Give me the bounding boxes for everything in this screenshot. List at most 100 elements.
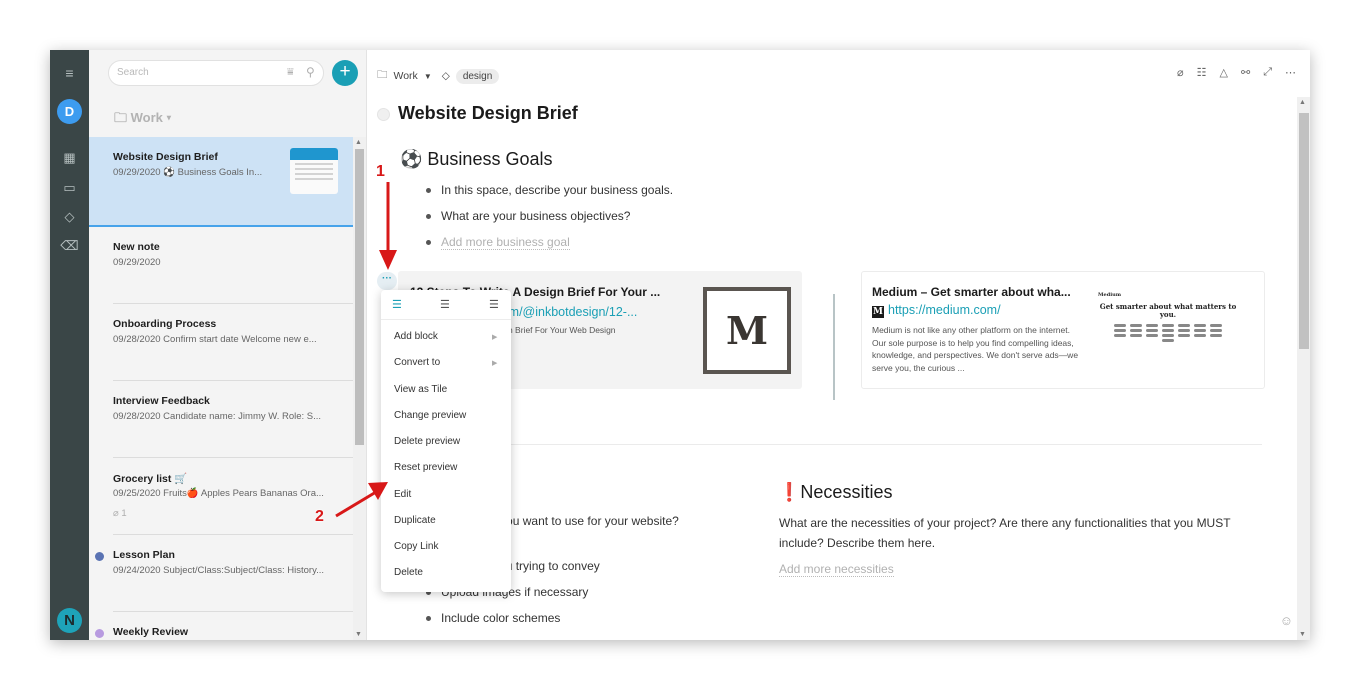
- bullet-item[interactable]: What are your business objectives?: [425, 209, 630, 223]
- expand-icon[interactable]: ⤢: [1263, 66, 1272, 79]
- more-icon[interactable]: ⋯: [1285, 66, 1296, 79]
- note-subtitle: 09/24/2020 Subject/Class:Subject/Class: …: [113, 565, 325, 576]
- link-description: Medium is not like any other platform on…: [872, 325, 1079, 373]
- note-list-item[interactable]: Website Design Brief 09/29/2020 ⚽ Busine…: [89, 137, 353, 227]
- section-heading-text[interactable]: Necessities: [800, 482, 892, 502]
- note-list-item[interactable]: Onboarding Process 09/28/2020 Confirm st…: [89, 304, 353, 381]
- tag-icon: ◇: [441, 70, 450, 82]
- tag-chip[interactable]: design: [455, 68, 500, 84]
- share-icon[interactable]: ⚯: [1241, 66, 1250, 79]
- note-title: Onboarding Process: [113, 318, 217, 330]
- note-list-item[interactable]: New note 09/29/2020: [89, 227, 353, 304]
- link-title[interactable]: Medium – Get smarter about wha...: [872, 285, 1071, 299]
- folder-icon[interactable]: ▭: [50, 180, 89, 195]
- menu-item-change-preview[interactable]: Change preview: [394, 410, 466, 421]
- add-more-necessities[interactable]: Add more necessities: [779, 559, 894, 579]
- note-title: Interview Feedback: [113, 395, 210, 407]
- annotation-step-2: 2: [315, 508, 324, 525]
- scrollbar-thumb[interactable]: [1299, 113, 1309, 349]
- hamburger-icon[interactable]: ≡: [50, 65, 89, 81]
- annotation-arrow-down: [379, 182, 397, 270]
- note-title: Website Design Brief: [113, 151, 218, 163]
- add-placeholder[interactable]: Add more business goal: [441, 235, 570, 250]
- preview-heading: Get smarter about what matters to you.: [1099, 302, 1237, 319]
- trash-icon[interactable]: ⌫: [50, 238, 89, 253]
- submenu-arrow-icon: ▶: [492, 360, 498, 367]
- page-title[interactable]: Website Design Brief: [398, 103, 578, 124]
- note-list: Website Design Brief 09/29/2020 ⚽ Busine…: [89, 137, 367, 640]
- search-input[interactable]: Search ⩸ ⚲: [108, 60, 324, 86]
- attachment-count-value: 1: [121, 508, 127, 519]
- complete-checkbox[interactable]: [377, 108, 390, 121]
- add-note-button[interactable]: +: [332, 60, 358, 86]
- left-rail: ≡ D ▦ ▭ ◇ ⌫ N: [50, 50, 89, 640]
- checklist-icon[interactable]: ☷: [1197, 66, 1207, 79]
- app-logo: N: [57, 608, 82, 633]
- note-subtitle: 09/25/2020 Fruits🍎 Apples Pears Bananas …: [113, 488, 324, 499]
- bell-icon[interactable]: △: [1220, 66, 1228, 79]
- scrollbar-thumb[interactable]: [355, 149, 364, 445]
- menu-item-copy-link[interactable]: Copy Link: [394, 541, 438, 552]
- align-right-icon[interactable]: ☰: [489, 298, 499, 311]
- note-subtitle: 09/28/2020 Confirm start date Welcome ne…: [113, 334, 317, 345]
- note-subtitle: 09/29/2020: [113, 257, 161, 268]
- color-dot: [95, 629, 104, 638]
- column-divider: [833, 294, 835, 400]
- scroll-down-arrow[interactable]: ▼: [1299, 631, 1306, 638]
- dashboard-icon[interactable]: ▦: [50, 150, 89, 165]
- note-list-panel: Search ⩸ ⚲ + 🗀 Work ▾ Website Design Bri…: [89, 50, 367, 640]
- section-heading[interactable]: ⚽ Business Goals: [400, 149, 552, 170]
- medium-favicon: M: [872, 306, 884, 318]
- section-heading[interactable]: ❗Necessities: [778, 482, 892, 503]
- chevron-down-icon[interactable]: ▼: [424, 72, 432, 81]
- section-divider: [382, 444, 1262, 445]
- note-list-item[interactable]: Weekly Review: [89, 612, 353, 640]
- menu-item-view-as-tile[interactable]: View as Tile: [394, 384, 447, 395]
- menu-item-convert-to[interactable]: Convert to: [394, 357, 440, 368]
- color-dot: [95, 552, 104, 561]
- app-window: ≡ D ▦ ▭ ◇ ⌫ N Search ⩸ ⚲ + 🗀 Work ▾ Webs…: [50, 50, 1310, 640]
- tag-icon[interactable]: ◇: [50, 209, 89, 224]
- attachment-count: ⌀ 1: [113, 508, 127, 519]
- menu-item-add-block[interactable]: Add block: [394, 331, 438, 342]
- block-more-button[interactable]: ···: [377, 272, 397, 290]
- emoji-icon[interactable]: ☺: [1280, 613, 1293, 628]
- link-url[interactable]: https://medium.com/: [888, 303, 1001, 317]
- medium-logo-image: M: [703, 287, 791, 374]
- folder-title[interactable]: 🗀 Work ▾: [114, 109, 171, 131]
- editor-scrollbar[interactable]: ▲ ▼: [1297, 97, 1310, 640]
- align-left-icon[interactable]: ☰: [392, 298, 402, 311]
- add-more-goal[interactable]: Add more business goal: [426, 235, 570, 250]
- link-preview-card[interactable]: Medium – Get smarter about wha... Mhttps…: [861, 271, 1265, 389]
- bullet-item[interactable]: In this space, describe your business go…: [425, 183, 673, 197]
- menu-item-delete-preview[interactable]: Delete preview: [394, 436, 460, 447]
- exclamation-icon: ❗: [778, 482, 801, 502]
- menu-item-delete[interactable]: Delete: [394, 567, 423, 578]
- note-list-item[interactable]: Grocery list 🛒 09/25/2020 Fruits🍎 Apples…: [89, 458, 353, 535]
- section-paragraph[interactable]: What are the necessities of your project…: [779, 513, 1249, 553]
- filter-icon[interactable]: ⩸: [287, 66, 294, 79]
- search-placeholder: Search: [117, 67, 149, 78]
- annotation-arrow-right: [335, 482, 388, 518]
- scroll-up-arrow[interactable]: ▲: [355, 139, 362, 146]
- link-url-row[interactable]: Mhttps://medium.com/: [872, 303, 1001, 318]
- add-placeholder[interactable]: Add more necessities: [779, 562, 894, 577]
- bullet-item[interactable]: Include color schemes: [425, 611, 560, 625]
- folder-icon: 🗀: [377, 69, 388, 81]
- note-title: New note: [113, 241, 160, 253]
- avatar[interactable]: D: [57, 99, 82, 124]
- attachment-icon[interactable]: ⌀: [1177, 66, 1184, 79]
- note-title: Weekly Review: [113, 626, 189, 638]
- search-icon[interactable]: ⚲: [306, 65, 315, 79]
- scroll-down-arrow[interactable]: ▼: [355, 631, 362, 638]
- breadcrumb: 🗀 Work ▼ ◇ design: [377, 67, 500, 85]
- breadcrumb-folder[interactable]: Work: [394, 70, 418, 82]
- note-list-item[interactable]: Interview Feedback 09/28/2020 Candidate …: [89, 381, 353, 458]
- align-center-icon[interactable]: ☰: [440, 298, 450, 311]
- scroll-up-arrow[interactable]: ▲: [1299, 99, 1306, 106]
- menu-item-edit[interactable]: Edit: [394, 489, 411, 500]
- menu-item-reset-preview[interactable]: Reset preview: [394, 462, 457, 473]
- note-list-scrollbar[interactable]: ▲ ▼: [353, 137, 366, 640]
- menu-item-duplicate[interactable]: Duplicate: [394, 515, 436, 526]
- note-list-item[interactable]: Lesson Plan 09/24/2020 Subject/Class:Sub…: [89, 535, 353, 612]
